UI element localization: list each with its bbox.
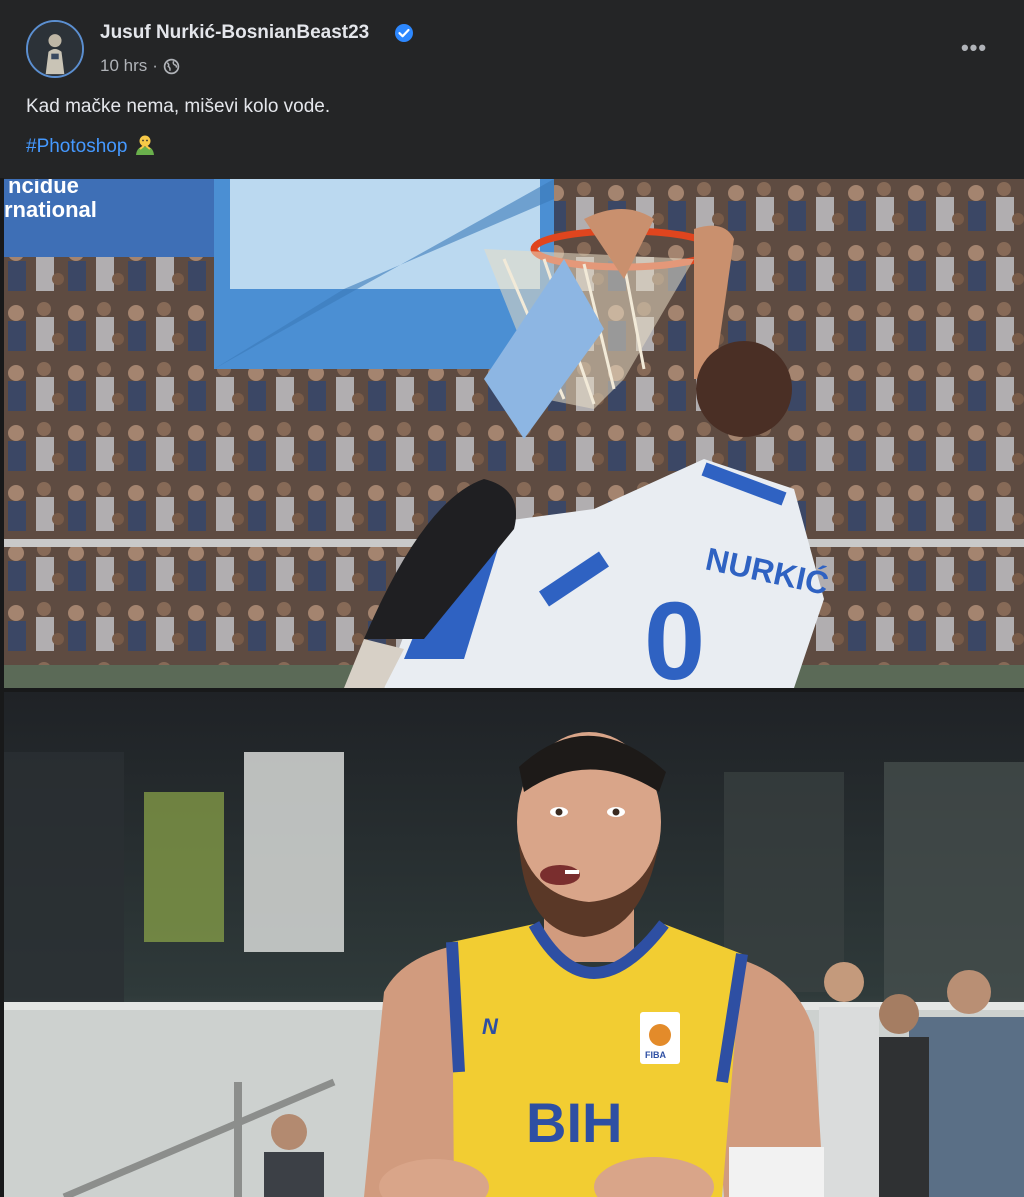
globe-icon[interactable] (163, 58, 180, 75)
author-avatar[interactable] (26, 20, 84, 78)
meta-separator: · (152, 56, 158, 75)
photo-dunk[interactable]: ncidue rnational NURKIĆ 0 (4, 179, 1024, 688)
emoji-icon (136, 135, 155, 155)
hashtag-link[interactable]: #Photoshop (26, 136, 127, 157)
more-options-icon[interactable]: ••• (956, 34, 992, 62)
facebook-post: Jusuf Nurkić-BosnianBeast23 10 hrs · •••… (0, 0, 1024, 1197)
banner-text-2: rnational (4, 197, 97, 222)
jersey-bih-text: BIH (526, 1091, 622, 1154)
post-meta: 10 hrs · (100, 56, 180, 76)
banner-text-1: ncidue (8, 179, 79, 198)
jersey-number-text: 0 (644, 580, 705, 688)
photo-portrait[interactable]: N FIBA BIH (4, 692, 1024, 1197)
brand-logo-text: N (482, 1014, 499, 1039)
post-timestamp[interactable]: 10 hrs (100, 56, 147, 76)
post-text: Kad mačke nema, miševi kolo vode. (26, 96, 331, 117)
fiba-patch-text: FIBA (645, 1050, 666, 1060)
hashtag-line: #Photoshop (26, 134, 157, 158)
author-name[interactable]: Jusuf Nurkić-BosnianBeast23 (100, 22, 369, 44)
verified-badge-icon (395, 24, 413, 42)
post-header: Jusuf Nurkić-BosnianBeast23 10 hrs · •••… (0, 0, 1024, 178)
